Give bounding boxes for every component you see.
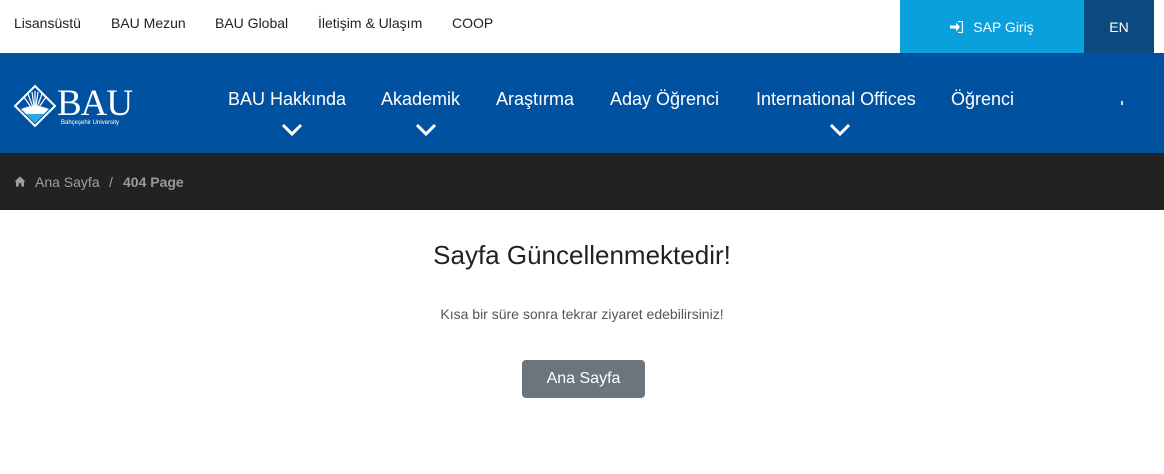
logo-subtext: Bahçeşehir University: [61, 120, 120, 126]
sap-login-label: SAP Giriş: [973, 18, 1034, 35]
page-subtitle: Kısa bir süre sonra tekrar ziyaret edebi…: [440, 306, 724, 322]
logo-text: BAU: [57, 83, 133, 124]
logo-emblem-icon: [13, 84, 57, 128]
breadcrumb-current: 404 Page: [123, 174, 184, 190]
sap-login-button[interactable]: SAP Giriş: [900, 0, 1084, 53]
sign-in-icon: [950, 20, 964, 33]
language-switch-button[interactable]: EN: [1084, 0, 1154, 53]
chevron-down-icon[interactable]: [281, 123, 303, 137]
nav-akademik[interactable]: Akademik: [381, 89, 460, 110]
nav-international-offices[interactable]: International Offices: [756, 89, 916, 110]
nav-divider: [1121, 101, 1123, 105]
toplink-iletisim[interactable]: İletişim & Ulaşım: [318, 15, 422, 31]
nav-aday-ogrenci[interactable]: Aday Öğrenci: [610, 89, 719, 110]
breadcrumb-separator: /: [109, 174, 113, 190]
breadcrumb-home-link[interactable]: Ana Sayfa: [35, 174, 100, 190]
nav-ogrenci[interactable]: Öğrenci: [951, 89, 1014, 110]
toplink-bau-global[interactable]: BAU Global: [215, 15, 288, 31]
bau-logo[interactable]: BAU Bahçeşehir University: [12, 83, 137, 133]
home-icon: [14, 176, 26, 187]
toplink-lisansustu[interactable]: Lisansüstü: [14, 15, 81, 31]
toplink-coop[interactable]: COOP: [452, 15, 493, 31]
top-bar: Lisansüstü BAU Mezun BAU Global İletişim…: [0, 0, 1164, 53]
page-title: Sayfa Güncellenmektedir!: [433, 240, 731, 270]
chevron-down-icon[interactable]: [415, 123, 437, 137]
chevron-down-icon[interactable]: [829, 123, 851, 137]
toplink-bau-mezun[interactable]: BAU Mezun: [111, 15, 186, 31]
home-page-button[interactable]: Ana Sayfa: [522, 360, 645, 398]
nav-bau-hakkinda[interactable]: BAU Hakkında: [228, 89, 346, 110]
main-navbar: BAU Bahçeşehir University BAU Hakkında A…: [0, 53, 1164, 153]
nav-arastirma[interactable]: Araştırma: [496, 89, 574, 110]
